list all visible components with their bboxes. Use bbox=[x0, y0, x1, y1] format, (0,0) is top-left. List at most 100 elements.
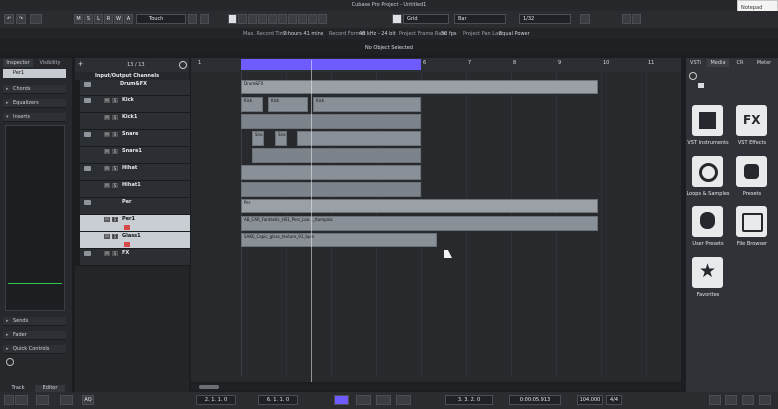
clip-drum-fx[interactable]: Drum&FX bbox=[241, 80, 598, 94]
track-row-hihat1[interactable]: M S Hihat1 bbox=[80, 181, 190, 198]
clip-snare-c[interactable] bbox=[297, 131, 421, 146]
position-field[interactable]: 3. 3. 2. 0 bbox=[445, 395, 493, 405]
clip-kick-a[interactable]: Kick bbox=[241, 97, 263, 112]
record-enable-button[interactable] bbox=[124, 242, 130, 247]
erase-tool[interactable] bbox=[268, 14, 277, 24]
tile-vst-instruments[interactable] bbox=[692, 105, 723, 136]
section-inserts[interactable]: ▾ Inserts bbox=[3, 113, 66, 122]
playhead-line[interactable] bbox=[311, 60, 312, 382]
mute-tool[interactable] bbox=[288, 14, 297, 24]
automation-mode-select[interactable]: Touch bbox=[136, 14, 186, 24]
section-fader[interactable]: ▸ Fader bbox=[3, 331, 66, 340]
solo-button[interactable]: S bbox=[112, 234, 118, 239]
clip-per[interactable]: Per bbox=[241, 199, 598, 213]
solo-button[interactable]: S bbox=[112, 98, 118, 103]
signature-field[interactable]: 4/4 bbox=[606, 395, 622, 405]
clip-snare1[interactable] bbox=[252, 148, 421, 163]
punch-button[interactable] bbox=[36, 395, 49, 405]
tile-favorites[interactable]: ★ bbox=[692, 257, 723, 288]
add-track-button[interactable]: + bbox=[77, 61, 84, 68]
zoom-tool[interactable] bbox=[278, 14, 287, 24]
clip-hihat[interactable] bbox=[241, 165, 421, 180]
metronome-button[interactable] bbox=[60, 395, 73, 405]
quantize-select[interactable]: 1/32 bbox=[519, 14, 571, 24]
tile-presets[interactable] bbox=[736, 156, 767, 187]
left-locator-field[interactable]: 2. 1. 1. 0 bbox=[196, 395, 236, 405]
tab-vsti[interactable]: VSTi bbox=[686, 59, 705, 67]
track-row-kick[interactable]: M S Kick bbox=[80, 96, 190, 113]
aq-button[interactable]: AQ bbox=[82, 395, 94, 405]
clip-glass1[interactable]: SAKE_Capic_glass_texture_91_bpm bbox=[241, 233, 437, 247]
stop-button[interactable] bbox=[356, 395, 371, 405]
tab-inspector[interactable]: Inspector bbox=[3, 59, 33, 67]
track-row-drum-fx[interactable]: Drum&FX bbox=[80, 80, 190, 96]
snap-mode-select[interactable]: Grid bbox=[403, 14, 449, 24]
time-field[interactable]: 0:00:05.913 bbox=[509, 395, 561, 405]
grid-type-select[interactable]: Bar bbox=[454, 14, 506, 24]
mute-button[interactable]: M bbox=[104, 132, 110, 137]
insert-slots[interactable] bbox=[5, 125, 65, 311]
section-chords[interactable]: ▸ Chords bbox=[3, 85, 66, 94]
track-row-glass1[interactable]: M S Glass1 bbox=[80, 232, 190, 249]
track-row-kick1[interactable]: M S Kick1 bbox=[80, 113, 190, 130]
inspector-track-header[interactable]: Per1 bbox=[3, 69, 66, 78]
mute-button[interactable]: M bbox=[104, 98, 110, 103]
search-icon[interactable] bbox=[179, 61, 187, 69]
media-search-icon[interactable] bbox=[689, 72, 697, 80]
color-tool[interactable] bbox=[318, 14, 327, 24]
tab-meter[interactable]: Meter bbox=[752, 59, 776, 67]
tab-visibility[interactable]: Visibility bbox=[35, 59, 65, 67]
track-row-per[interactable]: Per bbox=[80, 198, 190, 215]
tab-media[interactable]: Media bbox=[707, 59, 729, 67]
mixer-button[interactable] bbox=[632, 14, 641, 24]
mute-button[interactable]: M bbox=[104, 115, 110, 120]
record-button[interactable] bbox=[396, 395, 411, 405]
project-settings-button[interactable] bbox=[4, 395, 14, 405]
right-locator-field[interactable]: 6. 1. 1. 0 bbox=[258, 395, 298, 405]
mute-button[interactable]: M bbox=[104, 234, 110, 239]
settings-gear-icon[interactable] bbox=[6, 358, 14, 366]
mixer-bottom-button[interactable] bbox=[742, 395, 754, 405]
play-button[interactable] bbox=[376, 395, 391, 405]
object-select-tool[interactable] bbox=[228, 14, 237, 24]
constrain-button[interactable] bbox=[30, 14, 42, 24]
section-sends[interactable]: ▸ Sends bbox=[3, 317, 66, 326]
mode-a-button[interactable]: A bbox=[124, 14, 133, 24]
mode-m-button[interactable]: M bbox=[74, 14, 83, 24]
track-row-snare[interactable]: M S Snare bbox=[80, 130, 190, 147]
color-palette-button[interactable] bbox=[580, 14, 590, 24]
tempo-field[interactable]: 104.000 bbox=[577, 395, 603, 405]
clip-kick1[interactable] bbox=[241, 114, 421, 129]
tile-file-browser[interactable] bbox=[736, 206, 767, 237]
io-channels-row[interactable]: Input/Output Channels bbox=[75, 72, 189, 80]
record-mode-button[interactable] bbox=[15, 395, 28, 405]
mode-s-button[interactable]: S bbox=[84, 14, 93, 24]
solo-button[interactable]: S bbox=[112, 149, 118, 154]
snap-button[interactable] bbox=[392, 14, 402, 24]
mode-w-button[interactable]: W bbox=[114, 14, 123, 24]
track-row-snare1[interactable]: M S Snare1 bbox=[80, 147, 190, 164]
tab-track[interactable]: Track bbox=[3, 385, 33, 392]
home-icon[interactable] bbox=[698, 83, 704, 88]
cycle-range[interactable] bbox=[241, 59, 421, 70]
mute-button[interactable]: M bbox=[104, 217, 110, 222]
clip-kick-c[interactable]: Kick bbox=[313, 97, 421, 112]
undo-button[interactable]: ↶ bbox=[4, 14, 14, 24]
clip-snare-a[interactable]: Sna bbox=[252, 131, 264, 146]
scroll-thumb[interactable] bbox=[199, 385, 219, 389]
marker-button[interactable] bbox=[709, 395, 721, 405]
section-quick-controls[interactable]: ▸ Quick Controls bbox=[3, 345, 66, 354]
horizontal-scrollbar[interactable] bbox=[191, 384, 681, 390]
autoscroll-button[interactable] bbox=[200, 14, 209, 24]
record-enable-button[interactable] bbox=[124, 225, 130, 230]
draw-tool[interactable] bbox=[258, 14, 267, 24]
cycle-button[interactable] bbox=[334, 395, 349, 405]
clip-kick-b[interactable]: Kick bbox=[268, 97, 308, 112]
solo-button[interactable]: S bbox=[112, 251, 118, 256]
play-tool[interactable] bbox=[308, 14, 317, 24]
tab-editor[interactable]: Editor bbox=[35, 385, 65, 392]
window-layout-button[interactable] bbox=[622, 14, 631, 24]
layout-button[interactable] bbox=[725, 395, 737, 405]
clip-snare-b[interactable]: Sna bbox=[275, 131, 287, 146]
tab-cr[interactable]: CR bbox=[731, 59, 749, 67]
